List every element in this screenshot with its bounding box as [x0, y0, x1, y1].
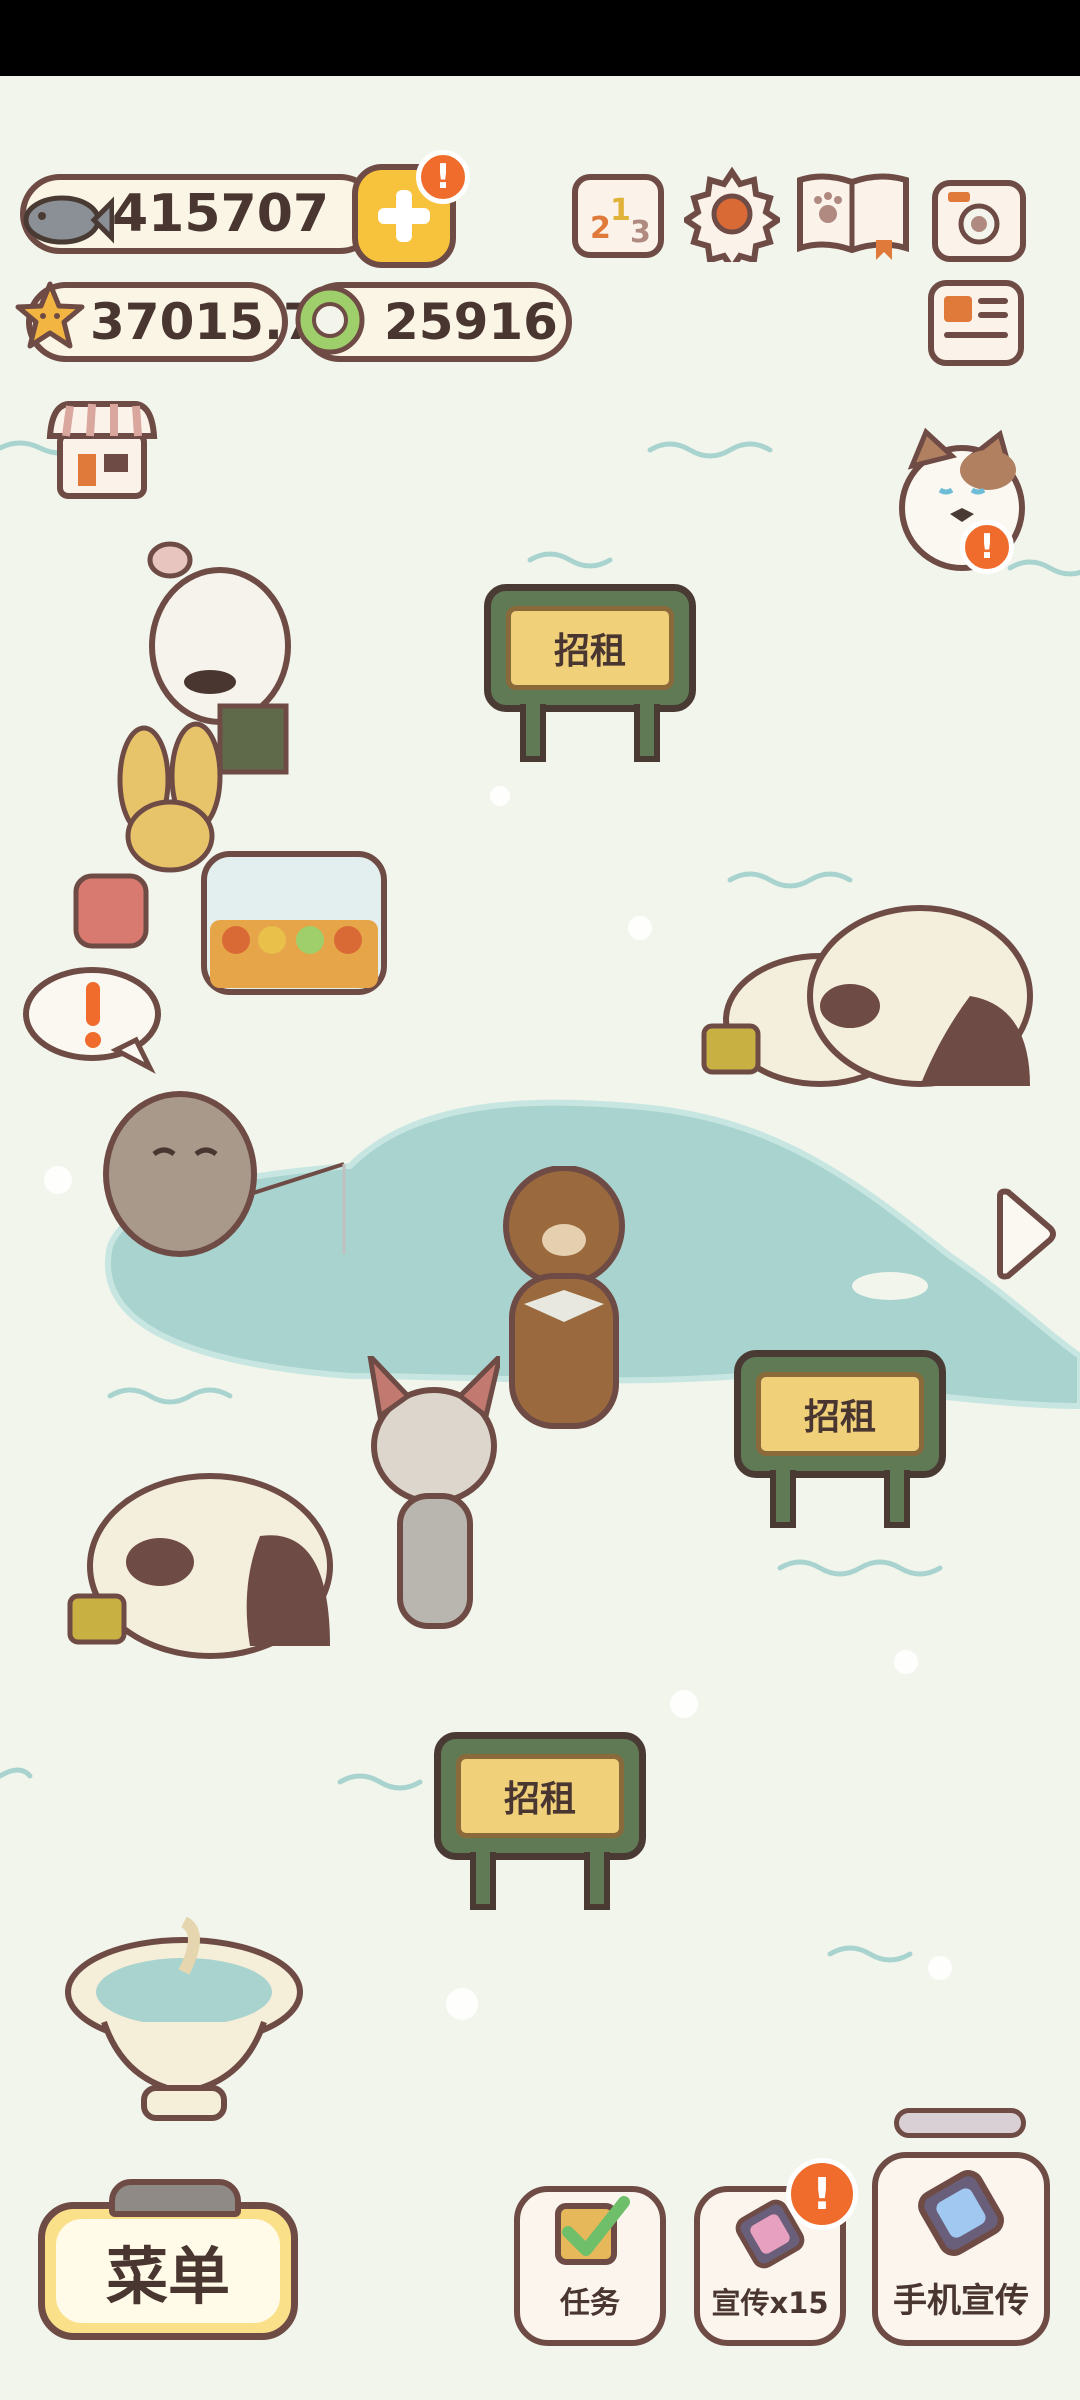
settings-gear-icon: [680, 166, 784, 274]
rent-sign-label: 招租: [756, 1372, 924, 1456]
leaderboard-button[interactable]: 2 1 3: [572, 174, 664, 258]
tasks-label: 任务: [560, 2286, 620, 2321]
stall-characters[interactable]: [60, 536, 400, 1036]
clipboard-clip: [109, 2179, 241, 2217]
fishing-cat[interactable]: [100, 1064, 360, 1264]
svg-text:3: 3: [630, 215, 651, 250]
camera-button[interactable]: [932, 180, 1026, 262]
fish-icon: [23, 195, 114, 245]
arrow-right-icon: [997, 1188, 1056, 1280]
next-area-button[interactable]: [990, 1186, 1060, 1282]
rent-sign-label: 招租: [456, 1754, 624, 1838]
star-icon: [15, 281, 85, 349]
paw-book-icon: [797, 173, 909, 260]
newspaper-button[interactable]: [928, 280, 1024, 366]
settings-button[interactable]: [680, 166, 784, 274]
fish-count: 415707: [112, 184, 330, 244]
fountain-icon[interactable]: [64, 1912, 314, 2132]
camera-icon: [948, 192, 1000, 245]
rent-sign-3[interactable]: 招租: [434, 1732, 646, 1910]
svg-text:2: 2: [590, 211, 611, 246]
rent-sign-label: 招租: [506, 606, 674, 690]
panda-and-dog[interactable]: [30, 1356, 500, 1676]
promote-alert-badge: !: [786, 2158, 858, 2230]
svg-text:1: 1: [610, 193, 631, 228]
rent-sign-1[interactable]: 招租: [484, 584, 696, 762]
game-scene[interactable]: 415707 ! 37015.7 25916 2 1 3 ! 招租 招租 招租 …: [0, 76, 1080, 2400]
coin-icon: [295, 285, 365, 355]
handbook-button[interactable]: [794, 170, 912, 262]
menu-label: 菜单: [56, 2219, 280, 2323]
leaderboard-icon: 2 1 3: [590, 193, 651, 250]
tasks-button[interactable]: 任务: [514, 2186, 666, 2346]
coin-count: 25916: [384, 293, 558, 351]
star-count: 37015.7: [90, 293, 318, 351]
newspaper-icon: [944, 296, 1008, 338]
alert-badge: !: [416, 150, 470, 204]
promote-label: 宣传x15: [711, 2286, 829, 2320]
phone-icon: [918, 2170, 1004, 2256]
alert-speech-bubble[interactable]: [20, 964, 170, 1074]
rent-sign-2[interactable]: 招租: [734, 1350, 946, 1528]
cat-alert-badge: !: [960, 520, 1014, 574]
sleeping-panda-right[interactable]: [670, 896, 1060, 1096]
status-bar: [0, 0, 1080, 76]
checkbox-icon: [555, 2196, 630, 2265]
shop-button[interactable]: [44, 398, 160, 502]
phone-promote-button[interactable]: 手机宣传: [872, 2152, 1050, 2346]
scroll-indicator[interactable]: [894, 2108, 1026, 2138]
phone-promote-label: 手机宣传: [893, 2281, 1029, 2321]
brown-bear[interactable]: [484, 1166, 644, 1446]
menu-button[interactable]: 菜单: [38, 2179, 298, 2340]
shop-icon: [46, 401, 158, 499]
